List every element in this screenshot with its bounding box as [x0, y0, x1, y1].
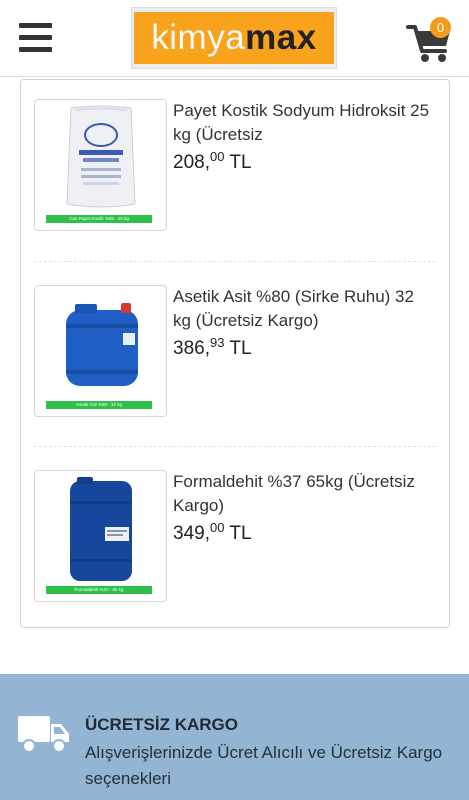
- logo-text-max: max: [245, 18, 317, 57]
- price-decimal: 93: [209, 335, 225, 350]
- product-name[interactable]: Formaldehit %37 65kg (Ücretsiz Kargo): [173, 470, 433, 518]
- product-item[interactable]: Can Payet Kostik %99 - 25 kg Payet Kosti…: [34, 99, 436, 234]
- product-image-caption: Formaldehit %37 - 65 kg: [46, 586, 152, 594]
- shipping-description: Alışverişlerinizde Ücret Alıcılı ve Ücre…: [85, 743, 443, 788]
- price-integer: 349,: [173, 523, 210, 544]
- product-item[interactable]: Formaldehit %37 - 65 kg Formaldehit %37 …: [34, 470, 436, 605]
- shipping-title: ÜCRETSİZ KARGO: [85, 715, 238, 734]
- price-decimal: 00: [209, 520, 225, 535]
- product-name[interactable]: Payet Kostik Sodyum Hidroksit 25 kg (Ücr…: [173, 99, 433, 147]
- price-integer: 208,: [173, 152, 210, 173]
- product-divider: [34, 261, 436, 262]
- price-currency: TL: [224, 152, 252, 173]
- truck-icon: [18, 716, 69, 753]
- product-image[interactable]: Asetik Asit %80 - 32 kg: [34, 285, 167, 417]
- price-integer: 386,: [173, 338, 210, 359]
- caustic-soda-bag-image: [66, 105, 136, 208]
- logo-text-kimya: kimya: [151, 18, 246, 57]
- shipping-info-banner: ÜCRETSİZ KARGO Alışverişlerinizde Ücret …: [0, 674, 469, 800]
- cart-button[interactable]: 0: [406, 17, 454, 66]
- hamburger-menu-icon[interactable]: [19, 23, 52, 53]
- product-price: 386,93 TL: [173, 335, 252, 360]
- product-image[interactable]: Can Payet Kostik %99 - 25 kg: [34, 99, 167, 231]
- product-image-caption: Asetik Asit %80 - 32 kg: [46, 401, 152, 409]
- price-decimal: 00: [209, 149, 225, 164]
- cart-count-badge: 0: [430, 17, 451, 38]
- product-image-caption: Can Payet Kostik %99 - 25 kg: [46, 215, 152, 223]
- product-image[interactable]: Formaldehit %37 - 65 kg: [34, 470, 167, 602]
- product-item[interactable]: Asetik Asit %80 - 32 kg Asetik Asit %80 …: [34, 285, 436, 420]
- tall-blue-drum-image: [70, 477, 132, 581]
- product-divider: [34, 446, 436, 447]
- product-price: 349,00 TL: [173, 520, 252, 545]
- price-currency: TL: [224, 523, 252, 544]
- top-header: kimya max 0: [0, 0, 469, 77]
- price-currency: TL: [224, 338, 252, 359]
- product-name[interactable]: Asetik Asit %80 (Sirke Ruhu) 32 kg (Ücre…: [173, 285, 433, 333]
- blue-drum-image: [66, 303, 138, 386]
- product-price: 208,00 TL: [173, 149, 252, 174]
- product-list: Can Payet Kostik %99 - 25 kg Payet Kosti…: [20, 79, 450, 628]
- kimyamax-logo[interactable]: kimya max: [131, 7, 337, 69]
